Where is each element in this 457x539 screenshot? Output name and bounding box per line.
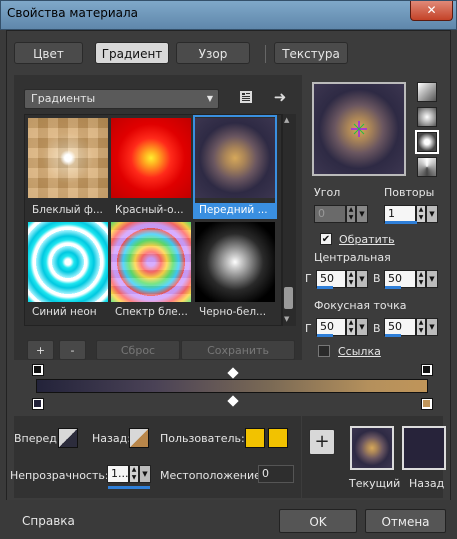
angle-input[interactable]: 0 [314,205,346,223]
opacity-stepper[interactable]: ▲ ▼ [129,465,139,483]
tile-label-faded-spectrum: Спектр бле... [115,306,188,318]
center-h-letter: Г [305,272,312,285]
center-label: Центральная [314,251,391,264]
forward-label: Вперед: [14,432,61,445]
help-link[interactable]: Справка [22,514,75,528]
gradient-tile-faded[interactable] [28,118,108,198]
center-v-dropdown-icon[interactable]: ▼ [426,270,438,288]
linear-style-icon[interactable] [417,82,437,102]
add-stop-button[interactable]: + [309,429,335,455]
tile-label-blue-neon: Синий неон [32,306,97,318]
center-v-letter: В [373,272,381,285]
library-menu-icon[interactable] [238,90,254,106]
tile-label-foreground: Передний ... [195,203,275,219]
focal-v-letter: В [373,322,381,335]
reset-button[interactable]: Сброс [96,340,180,360]
focal-h-dropdown-icon[interactable]: ▼ [356,318,368,336]
angular-style-icon[interactable] [417,157,437,177]
window-title: Свойства материала [7,6,138,20]
repeats-slider[interactable] [385,221,417,224]
focal-h-stepper[interactable]: ▲ ▼ [346,318,356,336]
invert-checkbox[interactable]: ✔ [320,233,332,245]
focal-v-slider[interactable] [385,334,401,337]
user-color-swatch-2[interactable] [268,428,288,448]
tile-label-faded: Блеклый ф... [32,204,103,216]
remove-gradient-button[interactable]: - [59,340,86,360]
opacity-label: Непрозрачность: [10,469,109,482]
focal-h-letter: Г [305,322,312,335]
add-gradient-button[interactable]: + [27,340,54,360]
top-stop-left[interactable] [32,364,44,376]
tile-label-red-orange: Красный-о... [115,204,184,216]
tab-separator [265,45,266,63]
opacity-dropdown-icon[interactable]: ▼ [139,465,151,483]
current-label: Текущий [349,477,401,490]
link-checkbox[interactable] [318,345,330,357]
focal-v-stepper[interactable]: ▲ ▼ [416,318,426,336]
color-stop-left[interactable] [32,398,44,410]
gradient-tile-red-orange[interactable] [111,118,191,198]
ok-button[interactable]: OK [279,509,357,533]
category-dropdown[interactable]: Градиенты ▼ [24,89,219,109]
top-stop-right[interactable] [421,364,433,376]
forward-color-swatch[interactable] [58,428,78,448]
center-h-stepper[interactable]: ▲ ▼ [346,270,356,288]
focal-v-dropdown-icon[interactable]: ▼ [426,318,438,336]
repeats-stepper[interactable]: ▲ ▼ [416,205,426,223]
center-h-dropdown-icon[interactable]: ▼ [356,270,368,288]
center-h-slider[interactable] [317,286,333,289]
angle-stepper[interactable]: ▲ ▼ [346,205,356,223]
location-input[interactable]: 0 [258,465,294,483]
rectangular-style-icon[interactable] [417,107,437,127]
angle-label: Угол [314,186,341,199]
invert-label: Обратить [339,233,395,246]
focal-label: Фокусная точка [314,299,407,312]
scroll-down-icon[interactable]: ▼ [284,315,289,323]
arrow-right-icon[interactable]: ➜ [272,89,288,105]
color-stop-right[interactable] [421,398,433,410]
repeats-label: Повторы [384,186,435,199]
tab-gradient[interactable]: Градиент [95,42,169,64]
link-label: Ссылка [338,345,381,358]
gradient-tile-foreground[interactable] [195,118,275,198]
focal-h-slider[interactable] [317,334,333,337]
close-button[interactable]: ✕ [410,1,453,21]
user-label: Пользователь: [160,432,245,445]
radial-style-icon[interactable] [415,130,439,154]
angle-dropdown-icon[interactable]: ▼ [356,205,368,223]
chevron-down-icon: ▼ [206,94,213,103]
previous-label: Назад [409,477,445,490]
repeats-dropdown-icon[interactable]: ▼ [426,205,438,223]
gradient-tile-blue-neon[interactable] [28,222,108,302]
title-bar: Свойства материала ✕ [0,0,457,30]
tab-texture[interactable]: Текстура [274,42,348,64]
previous-swatch[interactable] [402,426,446,470]
gradient-bar[interactable] [36,379,428,393]
gradient-preview[interactable] [312,82,406,176]
user-color-swatch[interactable] [245,428,265,448]
opacity-slider[interactable] [108,486,150,489]
center-v-stepper[interactable]: ▲ ▼ [416,270,426,288]
back-color-swatch[interactable] [129,428,149,448]
cancel-button[interactable]: Отмена [365,509,446,533]
save-gradient-button[interactable]: Сохранить [181,340,295,360]
scroll-up-icon[interactable]: ▲ [284,116,289,124]
center-v-slider[interactable] [385,286,401,289]
tab-pattern[interactable]: Узор [176,42,250,64]
current-swatch[interactable] [350,426,394,470]
center-crosshair-icon[interactable] [350,120,368,138]
gradient-tile-black-white[interactable] [195,222,275,302]
category-label: Градиенты [31,92,96,105]
location-label: Местоположение: [160,469,265,482]
tab-color[interactable]: Цвет [14,42,83,64]
back-label: Назад: [92,432,131,445]
opacity-input[interactable]: 1... [107,465,129,483]
gradient-tile-faded-spectrum[interactable] [111,222,191,302]
tile-label-black-white: Черно-бел... [199,306,267,318]
scrollbar-thumb[interactable] [284,287,293,309]
